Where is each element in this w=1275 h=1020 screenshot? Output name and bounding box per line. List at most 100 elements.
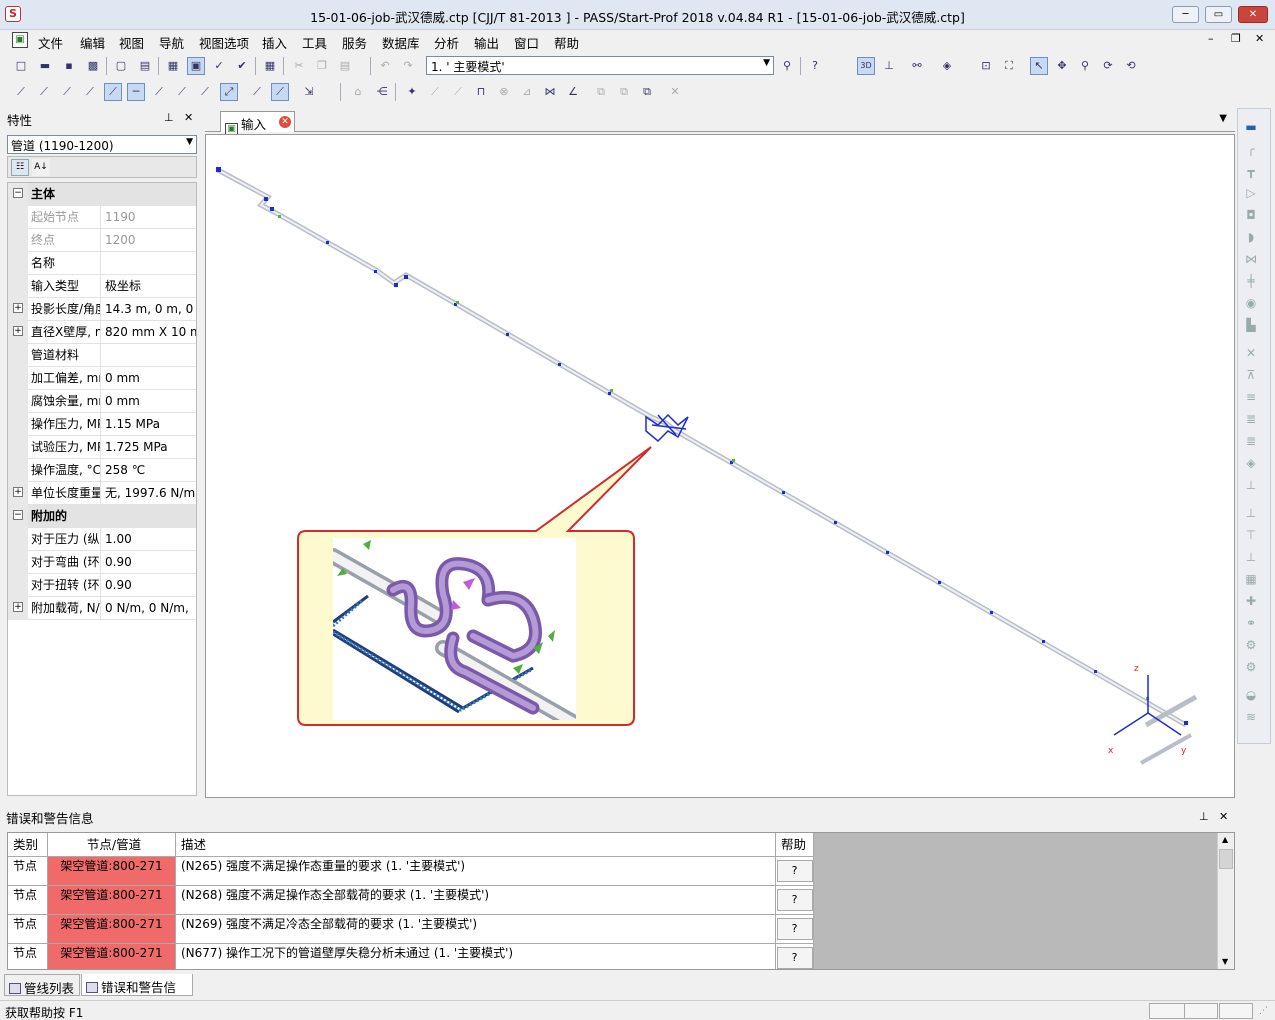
check-icon[interactable]: ✓ xyxy=(210,57,228,75)
move-node-icon[interactable]: ⤢ xyxy=(220,83,238,101)
property-value[interactable]: 0.90 xyxy=(102,574,196,597)
cap-icon[interactable]: ◘ xyxy=(1242,207,1260,223)
help-icon[interactable]: ? xyxy=(806,57,824,75)
sliding-support-icon[interactable]: ≡ xyxy=(1242,389,1260,405)
tab-pipeline-list[interactable]: 管线列表 xyxy=(4,974,80,996)
tree-icon[interactable]: ⋲ xyxy=(373,83,391,101)
pipe-icon[interactable]: ▬ xyxy=(1242,119,1260,135)
print-icon[interactable]: ▤ xyxy=(136,57,154,75)
property-row[interactable]: + 单位长度重量 无, 1997.6 N/m xyxy=(8,482,196,505)
hinge-icon[interactable]: ⚙ xyxy=(1242,637,1260,653)
property-value[interactable]: 0 N/m, 0 N/m, xyxy=(102,597,196,620)
ungroup-icon[interactable]: ⧉ xyxy=(615,83,633,101)
header-description[interactable]: 描述 xyxy=(176,833,776,857)
menu-service[interactable]: 服务 xyxy=(342,33,367,52)
tab-menu-icon[interactable]: ▼ xyxy=(1219,113,1227,124)
error-description[interactable]: (N269) 强度不满足冷态全部载荷的要求 (1. '主要模式') xyxy=(176,915,776,944)
menu-insert[interactable]: 插入 xyxy=(262,33,287,52)
mdi-restore-button[interactable]: ❐ xyxy=(1231,32,1241,45)
add-bend-icon[interactable]: ⟋ xyxy=(35,83,53,101)
menu-edit[interactable]: 编辑 xyxy=(80,33,105,52)
edit-pipe-icon[interactable]: ⟋ xyxy=(104,83,122,101)
property-value[interactable]: 1.15 MPa xyxy=(102,413,196,436)
error-help-button[interactable]: ? xyxy=(776,918,813,940)
straight-pipe-icon[interactable]: ─ xyxy=(127,83,145,101)
error-element[interactable]: 架空管道:800-271 xyxy=(48,944,176,969)
add-reducer-icon[interactable]: ⟋ xyxy=(81,83,99,101)
header-category[interactable]: 类别 xyxy=(8,833,48,857)
property-row[interactable]: + 附加载荷, N/m0 N/m, 0 N/m, xyxy=(8,597,196,620)
binoculars-icon[interactable]: ⚯ xyxy=(908,57,926,75)
zoom-extents-icon[interactable]: ⛶ xyxy=(1000,57,1018,75)
header-element[interactable]: 节点/管道 xyxy=(48,833,176,857)
menu-window[interactable]: 窗口 xyxy=(514,33,539,52)
soil-icon[interactable]: ◒ xyxy=(1242,687,1260,703)
menu-navigate[interactable]: 导航 xyxy=(159,33,184,52)
mdi-close-button[interactable]: ✕ xyxy=(1255,32,1264,45)
calculator-icon[interactable]: ▦ xyxy=(261,57,279,75)
property-value[interactable]: 1200 xyxy=(102,229,196,252)
object-select[interactable]: 管道 (1190-1200) ▼ xyxy=(7,135,197,154)
valve-icon[interactable]: ⋈ xyxy=(1242,251,1260,267)
spring-support-icon[interactable]: ≣ xyxy=(1242,433,1260,449)
nozzle-icon[interactable]: ◉ xyxy=(1242,295,1260,311)
rod-hanger-icon[interactable]: ⊥ xyxy=(1242,505,1260,521)
stop-icon[interactable]: ⊥ xyxy=(1242,477,1260,493)
document-icon[interactable]: ▣ xyxy=(12,32,28,48)
pin-icon[interactable]: ⊥ xyxy=(1199,810,1209,823)
error-category[interactable]: 节点 xyxy=(8,944,48,969)
print-preview-icon[interactable]: ▢ xyxy=(112,57,130,75)
property-value[interactable] xyxy=(102,344,196,367)
property-row[interactable]: 起始节点 1190 xyxy=(8,206,196,229)
property-row[interactable]: 对于弯曲 (环向)0.90 xyxy=(8,551,196,574)
restraint-icon[interactable]: ⌂ xyxy=(349,83,367,101)
tab-errors[interactable]: 错误和警告信息 xyxy=(81,974,193,1014)
error-description[interactable]: (N265) 强度不满足操作态重量的要求 (1. '主要模式') xyxy=(176,857,776,886)
copy-icon[interactable]: ❐ xyxy=(313,57,331,75)
guide-icon[interactable]: ⊼ xyxy=(1242,367,1260,383)
error-help-button[interactable]: ? xyxy=(776,860,813,882)
compensator-icon[interactable]: ✚ xyxy=(1242,593,1260,609)
collapse-icon[interactable]: − xyxy=(13,510,23,520)
expand-icon[interactable]: + xyxy=(13,326,23,336)
panel-close-icon[interactable]: ✕ xyxy=(1219,810,1228,823)
menu-database[interactable]: 数据库 xyxy=(382,33,420,52)
rotate-icon[interactable]: ⟳ xyxy=(1099,57,1117,75)
header-help[interactable]: 帮助 xyxy=(776,833,814,857)
property-row[interactable]: 操作压力, MPa1.15 MPa xyxy=(8,413,196,436)
zoom-icon[interactable]: ⚲ xyxy=(1076,57,1094,75)
spring-hanger-icon[interactable]: ≣ xyxy=(1242,411,1260,427)
property-value[interactable]: 1.725 MPa xyxy=(102,436,196,459)
save-icon[interactable]: ▪ xyxy=(60,57,78,75)
collapse-icon[interactable]: − xyxy=(13,188,23,198)
property-value[interactable]: 极坐标 xyxy=(102,275,196,298)
group-icon[interactable]: ⧉ xyxy=(592,83,610,101)
divide-pipe-icon[interactable]: ⟋ xyxy=(196,83,214,101)
redo-icon[interactable]: ↷ xyxy=(399,57,417,75)
error-element[interactable]: 架空管道:800-271 xyxy=(48,857,176,886)
minimize-button[interactable]: ─ xyxy=(1172,6,1199,23)
property-category[interactable]: − 附加的 xyxy=(8,505,196,528)
orbit-icon[interactable]: ⟲ xyxy=(1122,57,1140,75)
valve-icon[interactable]: ⋈ xyxy=(541,83,559,101)
menu-analysis[interactable]: 分析 xyxy=(434,33,459,52)
panel-close-icon[interactable]: ✕ xyxy=(184,111,193,124)
expand-icon[interactable]: + xyxy=(13,602,23,612)
add-tee-icon[interactable]: ⟋ xyxy=(58,83,76,101)
expand-icon[interactable]: + xyxy=(13,303,23,313)
paste-icon[interactable]: ▤ xyxy=(336,57,354,75)
menu-view-options[interactable]: 视图选项 xyxy=(199,33,249,52)
pin-icon[interactable]: ⊥ xyxy=(164,111,174,124)
plan-view-icon[interactable]: ⊥ xyxy=(880,57,898,75)
property-value[interactable]: 1.00 xyxy=(102,528,196,551)
save-as-icon[interactable]: ▩ xyxy=(84,57,102,75)
property-value[interactable]: 258 ℃ xyxy=(102,459,196,482)
wand-icon[interactable]: ✦ xyxy=(403,83,421,101)
error-element[interactable]: 架空管道:800-271 xyxy=(48,886,176,915)
split-pipe-icon[interactable]: ⟋ xyxy=(173,83,191,101)
spring-icon[interactable]: ⊗ xyxy=(495,83,513,101)
property-value[interactable]: 0.90 xyxy=(102,551,196,574)
insert-node-icon[interactable]: ⟋ xyxy=(150,83,168,101)
vessel-icon[interactable]: ▙ xyxy=(1242,317,1260,333)
property-row[interactable]: + 直径X壁厚, mm820 mm X 10 mm xyxy=(8,321,196,344)
